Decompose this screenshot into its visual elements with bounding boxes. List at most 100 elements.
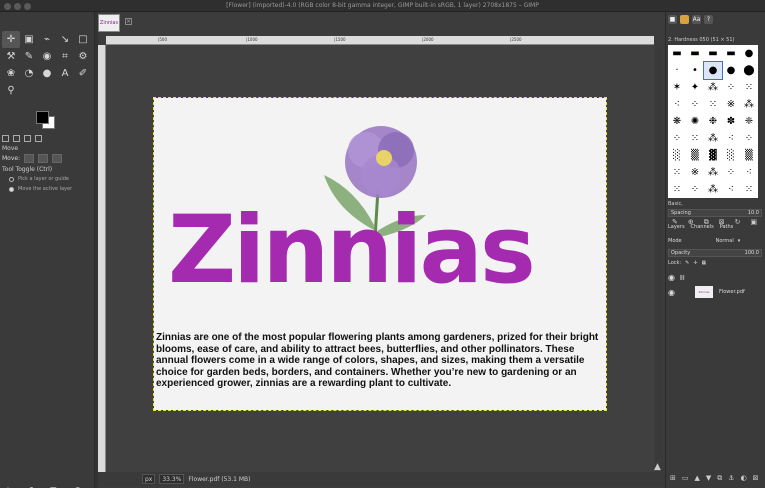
chain-icon[interactable]: ⛓ xyxy=(679,275,685,281)
brush-item[interactable]: ⁂ xyxy=(704,164,722,181)
brush-item[interactable]: ❉ xyxy=(704,113,722,130)
tab-channels[interactable]: Channels xyxy=(691,224,714,230)
warp-tool-icon[interactable]: ✎ xyxy=(20,48,38,65)
foreground-color-swatch[interactable] xyxy=(36,111,49,124)
fuzzy-select-tool-icon[interactable]: ↘ xyxy=(56,31,74,48)
tool-options-tab-icon[interactable] xyxy=(2,135,9,142)
brush-item[interactable]: ❋ xyxy=(668,113,686,130)
brush-item[interactable]: ● xyxy=(740,45,758,62)
layer-name[interactable]: Flower.pdf xyxy=(719,289,745,295)
brush-item[interactable]: ✺ xyxy=(686,113,704,130)
brush-item[interactable]: ※ xyxy=(686,164,704,181)
lock-pixels-icon[interactable]: ✎ xyxy=(685,260,689,266)
opacity-spinbox[interactable]: Opacity 100.0 xyxy=(668,249,762,257)
duplicate-layer-icon[interactable]: ⧉ xyxy=(717,474,722,483)
brush-item[interactable]: ⁘ xyxy=(722,164,740,181)
brush-item[interactable]: ⁙ xyxy=(740,181,758,198)
brush-item[interactable]: ⁖ xyxy=(722,181,740,198)
brush-item[interactable]: ░ xyxy=(722,147,740,164)
canvas-workspace[interactable]: Zinnias Zinnias are one of the most popu… xyxy=(106,45,654,472)
brush-item[interactable]: • xyxy=(686,62,704,79)
lasso-tool-icon[interactable]: ⌁ xyxy=(38,31,56,48)
smudge-tool-icon[interactable]: ◔ xyxy=(20,65,38,82)
lock-position-icon[interactable]: ✛ xyxy=(693,260,697,266)
brush-item[interactable]: ▒ xyxy=(740,147,758,164)
vertical-scrollbar[interactable] xyxy=(655,45,663,472)
tab-paths[interactable]: Paths xyxy=(720,224,734,230)
brush-item[interactable]: ⁂ xyxy=(740,96,758,113)
brush-item[interactable]: ● xyxy=(722,62,740,79)
brush-item-selected[interactable]: ● xyxy=(703,61,723,80)
zoom-tool-icon[interactable]: ⚲ xyxy=(2,82,20,99)
brush-item[interactable]: ⁙ xyxy=(740,79,758,96)
brush-item[interactable]: ▬ xyxy=(668,45,686,62)
brush-item[interactable]: ⁙ xyxy=(686,130,704,147)
move-layer-mode-button[interactable] xyxy=(24,154,35,163)
close-tab-icon[interactable]: × xyxy=(125,18,132,25)
device-status-tab-icon[interactable] xyxy=(13,135,20,142)
brush-item[interactable]: ⁘ xyxy=(668,130,686,147)
brush-item[interactable]: ✦ xyxy=(686,79,704,96)
brush-item[interactable]: ✶ xyxy=(668,79,686,96)
layer-visibility-icon[interactable]: ◉ xyxy=(668,288,675,297)
zoom-select[interactable]: 33.3% xyxy=(159,474,185,484)
brush-item[interactable]: ⁂ xyxy=(704,79,722,96)
brush-item[interactable]: ⁘ xyxy=(686,181,704,198)
dodge-tool-icon[interactable]: ● xyxy=(38,65,56,82)
mask-layer-icon[interactable]: ◐ xyxy=(741,474,747,483)
layer-row[interactable]: ◉ Zinnias Flower.pdf xyxy=(668,285,764,299)
brush-item[interactable]: ⁙ xyxy=(668,181,686,198)
vertical-ruler[interactable] xyxy=(98,45,106,472)
color-swatches[interactable] xyxy=(34,109,64,133)
paintbrush-tool-icon[interactable]: ⌗ xyxy=(56,48,74,65)
brush-item[interactable]: ⁂ xyxy=(704,130,722,147)
move-tool-icon[interactable]: ✛ xyxy=(2,31,20,48)
brush-item[interactable]: ▬ xyxy=(686,45,704,62)
anchor-layer-icon[interactable]: ⚓ xyxy=(728,474,734,483)
delete-layer-icon[interactable]: ⊠ xyxy=(753,474,759,483)
tab-layers[interactable]: Layers xyxy=(668,224,685,230)
brushes-tab-icon[interactable]: ■ xyxy=(668,15,677,24)
brush-item[interactable]: ⁖ xyxy=(740,164,758,181)
lower-layer-icon[interactable]: ▼ xyxy=(706,474,711,483)
new-layer-icon[interactable]: ⊞ xyxy=(670,474,676,483)
fonts-tab-icon[interactable]: Aa xyxy=(692,15,701,24)
crop-tool-icon[interactable]: □ xyxy=(74,31,92,48)
eraser-tool-icon[interactable]: ⚙ xyxy=(74,48,92,65)
pick-layer-radio[interactable]: Pick a layer or guide xyxy=(9,176,69,182)
horizontal-ruler[interactable]: |500 |1000 |1500 |2000 |2500 xyxy=(106,36,654,45)
brush-item[interactable]: ⁙ xyxy=(668,164,686,181)
brush-item[interactable]: · xyxy=(668,62,686,79)
document-canvas[interactable]: Zinnias Zinnias are one of the most popu… xyxy=(153,97,607,411)
patterns-tab-icon[interactable] xyxy=(680,15,689,24)
brush-item[interactable]: ▒ xyxy=(686,147,704,164)
navigate-icon[interactable]: ▲ xyxy=(654,462,661,472)
rect-select-tool-icon[interactable]: ▣ xyxy=(20,31,38,48)
move-selection-mode-button[interactable] xyxy=(38,154,49,163)
brush-item[interactable]: ⁖ xyxy=(668,96,686,113)
undo-history-tab-icon[interactable] xyxy=(24,135,31,142)
new-group-icon[interactable]: ▭ xyxy=(682,474,689,483)
lock-alpha-icon[interactable]: ▦ xyxy=(702,260,707,266)
unit-select[interactable]: px xyxy=(142,474,156,484)
brush-item[interactable]: ⁘ xyxy=(740,130,758,147)
transform-tool-icon[interactable]: ⚒ xyxy=(2,48,20,65)
raise-layer-icon[interactable]: ▲ xyxy=(695,474,700,483)
move-path-mode-button[interactable] xyxy=(52,154,63,163)
brush-item[interactable]: ❈ xyxy=(740,113,758,130)
brush-item[interactable]: ▬ xyxy=(704,45,722,62)
brush-grid[interactable]: ▬ ▬ ▬ ▬ ● · • ● ● ⬤ ✶ ✦ ⁂ ⁘ ⁙ ⁖ ⁘ ⁙ ※ ⁂ … xyxy=(668,45,758,198)
open-brush-icon[interactable]: ▣ xyxy=(751,218,758,227)
mode-select[interactable]: Normal xyxy=(716,238,734,244)
brush-item[interactable]: ✽ xyxy=(722,113,740,130)
brush-item[interactable]: ▓ xyxy=(704,147,722,164)
chevron-down-icon[interactable]: ▾ xyxy=(738,238,741,244)
text-tool-icon[interactable]: A xyxy=(56,65,74,82)
image-tab[interactable]: Zinnias xyxy=(98,14,120,32)
brush-item[interactable]: ⁖ xyxy=(722,130,740,147)
brush-item[interactable]: ░ xyxy=(668,147,686,164)
move-active-layer-radio[interactable]: Move the active layer xyxy=(9,186,72,192)
brush-item[interactable]: ▬ xyxy=(722,45,740,62)
brush-item[interactable]: ⁙ xyxy=(704,96,722,113)
brush-item[interactable]: ⁘ xyxy=(722,79,740,96)
